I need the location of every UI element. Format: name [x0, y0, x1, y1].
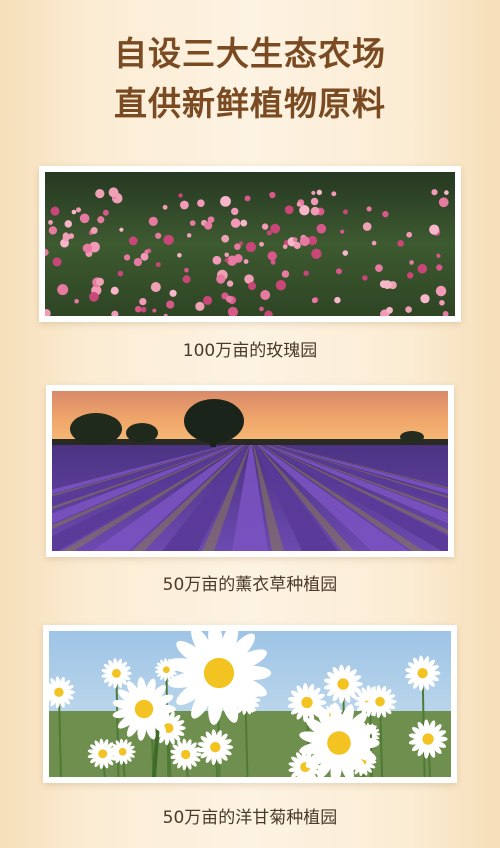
headline-line-1: 自设三大生态农场: [114, 34, 386, 73]
lavender-field-photo: [46, 385, 454, 557]
rose-garden-photo: [39, 166, 461, 322]
lavender-field-caption: 50万亩的薰衣草种植园: [162, 575, 338, 595]
headline-line-2: 直供新鲜植物原料: [114, 84, 386, 123]
chamomile-field-photo: [43, 625, 457, 783]
rose-garden-caption: 100万亩的玫瑰园: [182, 341, 318, 361]
chamomile-field-caption: 50万亩的洋甘菊种植园: [162, 808, 338, 828]
